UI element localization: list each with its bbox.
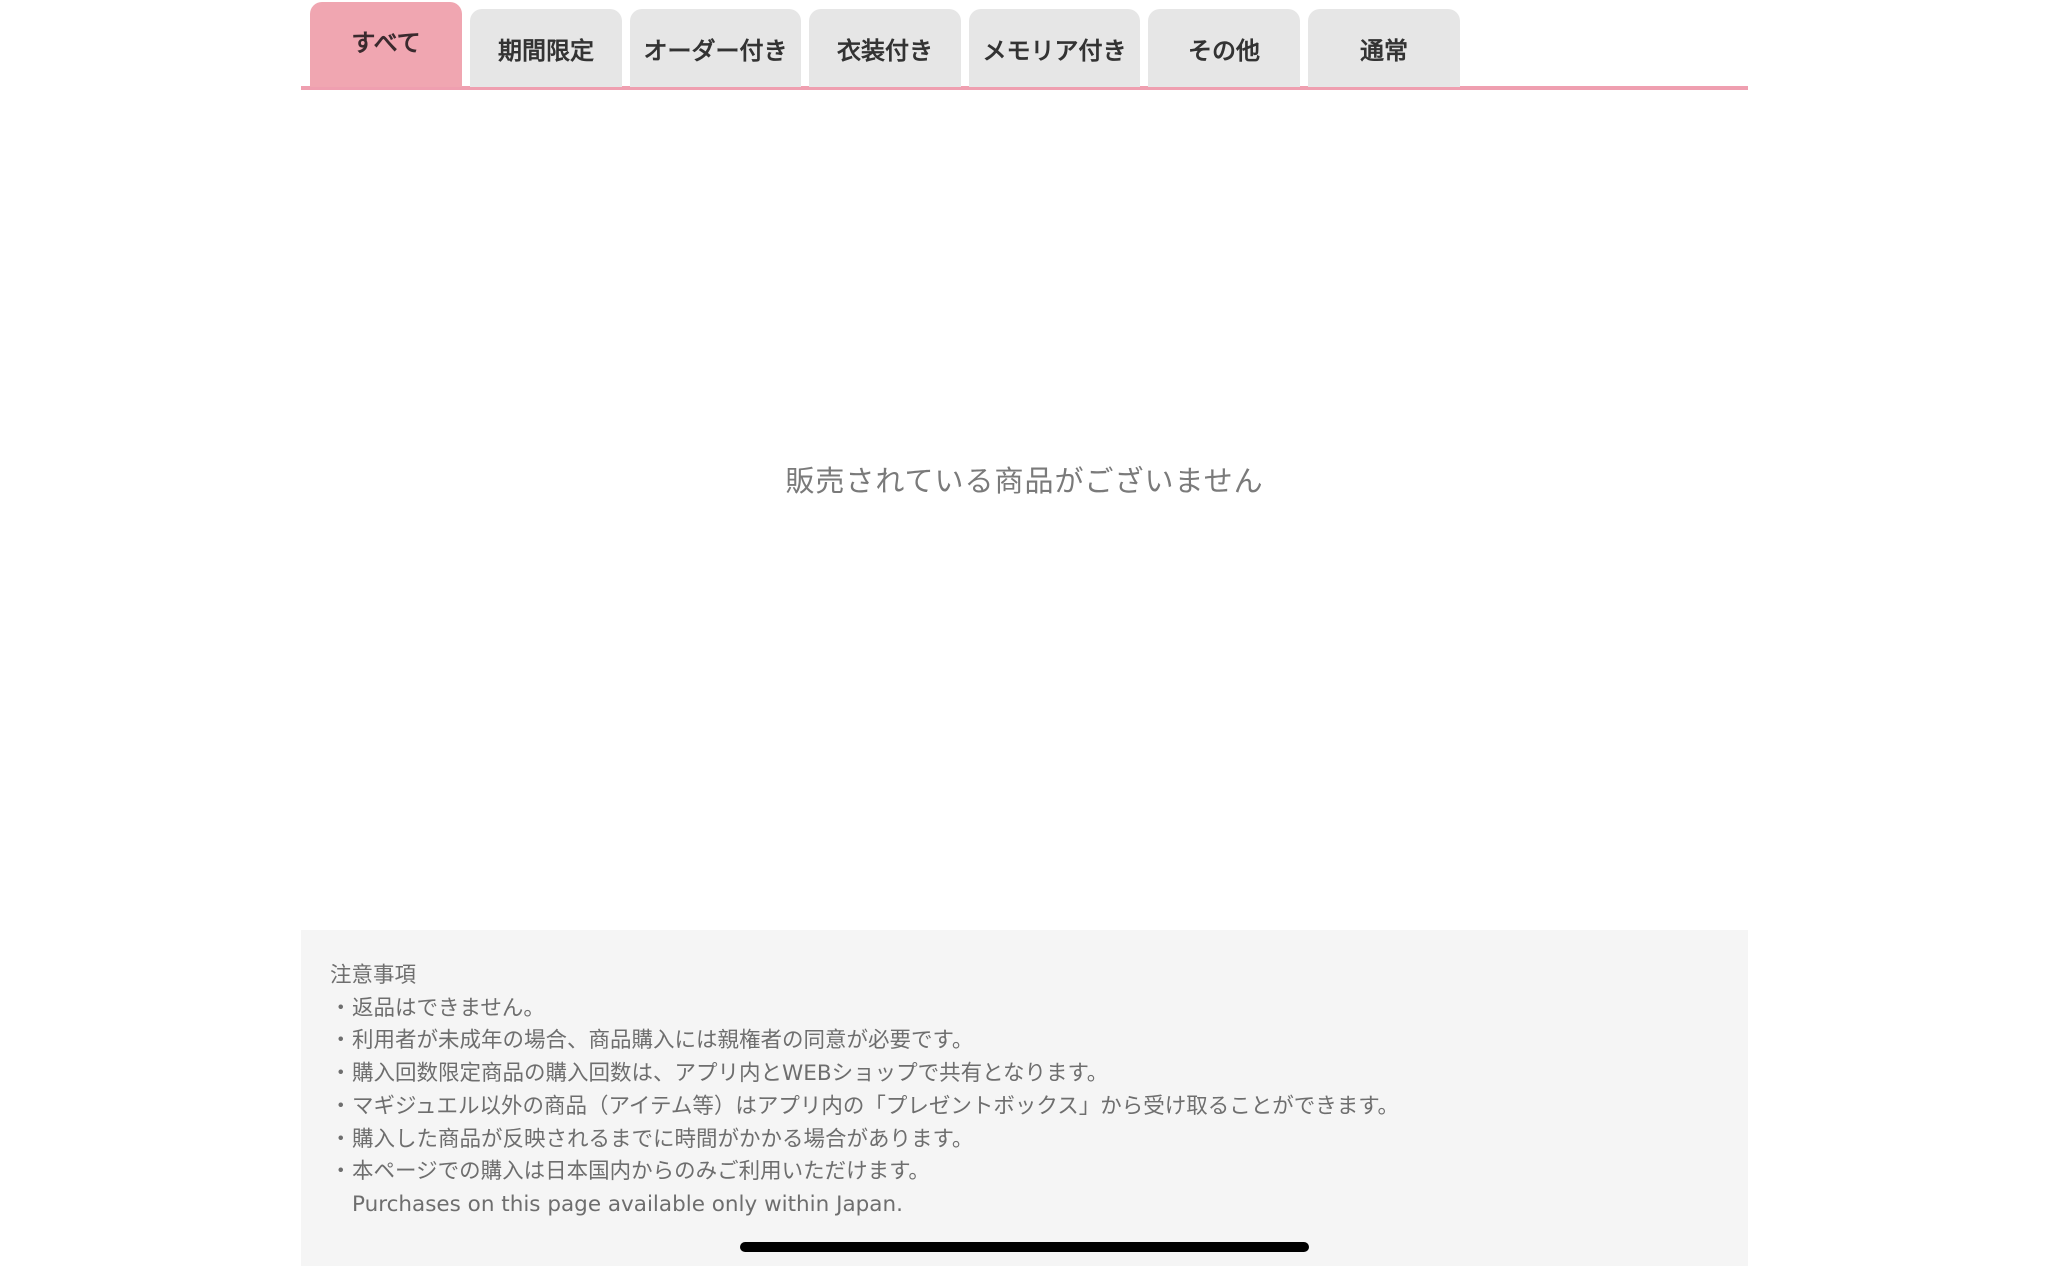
note-text: 本ページでの購入は日本国内からのみご利用いただけます。 bbox=[352, 1159, 930, 1185]
tab-with-memoria[interactable]: メモリア付き bbox=[969, 9, 1140, 87]
note-item: ・購入回数限定商品の購入回数は、アプリ内とWEBショップで共有となります。 bbox=[330, 1058, 1748, 1091]
note-text: 利用者が未成年の場合、商品購入には親権者の同意が必要です。 bbox=[352, 1028, 974, 1054]
note-item: ・本ページでの購入は日本国内からのみご利用いただけます。 bbox=[330, 1156, 1748, 1189]
notes-title: 注意事項 bbox=[330, 963, 417, 988]
note-english-text: Purchases on this page available only wi… bbox=[352, 1191, 903, 1217]
note-bullet: ・ bbox=[330, 1126, 352, 1152]
note-text: 返品はできません。 bbox=[352, 995, 545, 1021]
note-item: ・マギジュエル以外の商品（アイテム等）はアプリ内の「プレゼントボックス」から受け… bbox=[330, 1091, 1748, 1124]
note-bullet: ・ bbox=[330, 995, 352, 1021]
tab-all[interactable]: すべて bbox=[310, 2, 462, 87]
note-item: ・返品はできません。 bbox=[330, 993, 1748, 1026]
empty-products-message: 販売されている商品がございません bbox=[785, 464, 1264, 498]
tab-limited-time[interactable]: 期間限定 bbox=[470, 9, 622, 87]
home-indicator-bar[interactable] bbox=[740, 1242, 1309, 1252]
note-text: 購入回数限定商品の購入回数は、アプリ内とWEBショップで共有となります。 bbox=[352, 1061, 1109, 1087]
note-bullet: ・ bbox=[330, 1061, 352, 1087]
tab-other[interactable]: その他 bbox=[1148, 9, 1300, 87]
note-bullet: ・ bbox=[330, 1093, 352, 1119]
note-text: 購入した商品が反映されるまでに時間がかかる場合があります。 bbox=[352, 1126, 974, 1152]
tab-normal[interactable]: 通常 bbox=[1308, 9, 1460, 87]
note-text: マギジュエル以外の商品（アイテム等）はアプリ内の「プレゼントボックス」から受け取… bbox=[352, 1093, 1400, 1119]
shop-page: すべて 期間限定 オーダー付き 衣装付き メモリア付き その他 通常 販売されて… bbox=[301, 0, 1748, 1266]
tab-with-costume[interactable]: 衣装付き bbox=[809, 9, 961, 87]
note-item: ・利用者が未成年の場合、商品購入には親権者の同意が必要です。 bbox=[330, 1025, 1748, 1058]
note-bullet: ・ bbox=[330, 1028, 352, 1054]
tab-with-order[interactable]: オーダー付き bbox=[630, 9, 801, 87]
category-tab-bar: すべて 期間限定 オーダー付き 衣装付き メモリア付き その他 通常 bbox=[301, 0, 1748, 90]
note-item: ・購入した商品が反映されるまでに時間がかかる場合があります。 bbox=[330, 1124, 1748, 1157]
note-bullet: ・ bbox=[330, 1159, 352, 1185]
notes-panel: 注意事項 ・返品はできません。 ・利用者が未成年の場合、商品購入には親権者の同意… bbox=[301, 930, 1748, 1266]
